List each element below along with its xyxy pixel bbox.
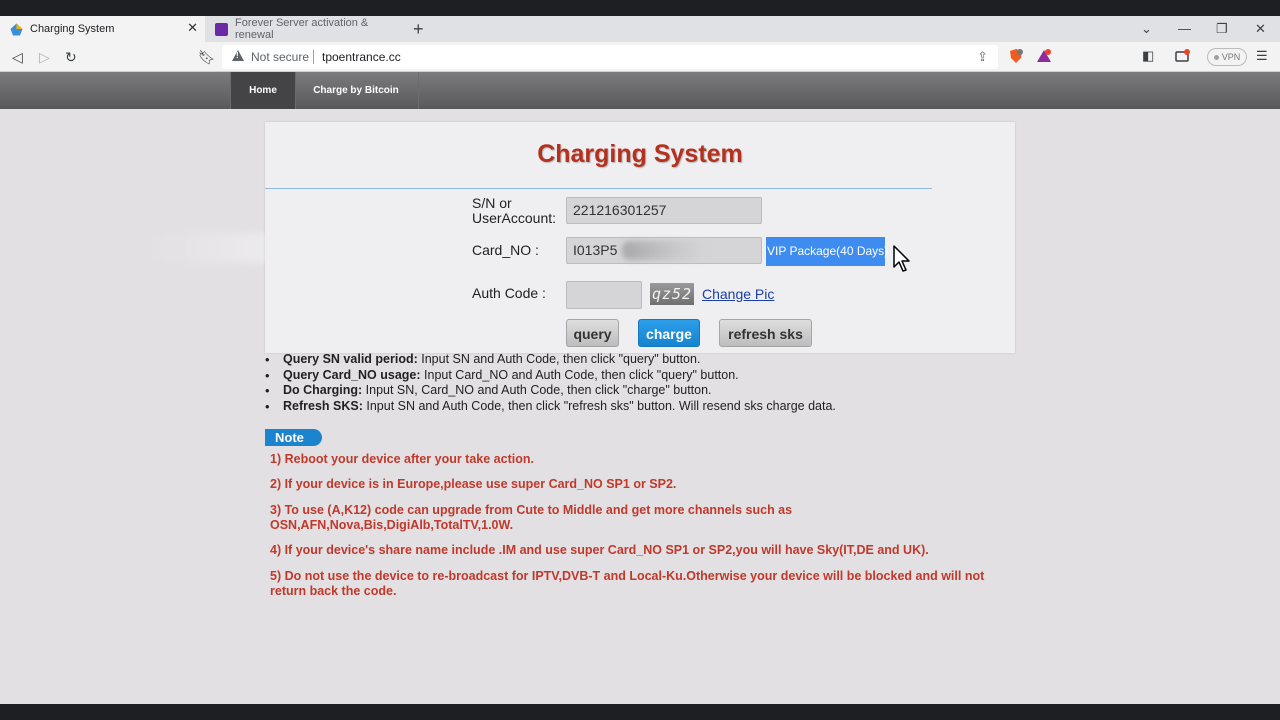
window-top-strip bbox=[0, 0, 1280, 16]
tab-forever-server[interactable]: Forever Server activation & renewal bbox=[205, 16, 400, 42]
tab-title: Forever Server activation & renewal bbox=[235, 17, 369, 41]
wallet-icon[interactable] bbox=[1175, 48, 1191, 64]
vip-package-label[interactable]: VIP Package(40 Days) bbox=[766, 237, 888, 266]
note-item: 3) To use (A,K12) code can upgrade from … bbox=[270, 503, 793, 532]
forward-icon[interactable]: ▷ bbox=[39, 42, 50, 72]
card-no-redaction bbox=[622, 241, 707, 260]
window-bottom-strip bbox=[0, 704, 1280, 720]
note-item: 5) Do not use the device to re-broadcast… bbox=[270, 569, 985, 598]
instruction-text: Input SN and Auth Code, then click "quer… bbox=[417, 352, 701, 366]
captcha-image: qz52 bbox=[650, 283, 694, 305]
charging-form-panel: Charging System S/N or UserAccount: 2212… bbox=[265, 122, 1015, 353]
card-no-label: Card_NO : bbox=[472, 242, 539, 258]
close-tab-icon[interactable]: ✕ bbox=[187, 21, 198, 35]
site-nav-bar bbox=[0, 72, 1280, 109]
query-button[interactable]: query bbox=[566, 319, 619, 347]
note-badge: Note bbox=[265, 429, 322, 446]
card-no-input[interactable]: I013P5 bbox=[566, 237, 762, 264]
charge-button[interactable]: charge bbox=[638, 319, 700, 347]
instruction-title: Refresh SKS: bbox=[283, 398, 363, 413]
change-pic-link[interactable]: Change Pic bbox=[702, 286, 774, 302]
site-favicon-icon bbox=[10, 23, 23, 35]
instruction-item: Do Charging: Input SN, Card_NO and Auth … bbox=[265, 383, 836, 399]
page-title: Charging System bbox=[537, 140, 743, 168]
sn-label-line2: UserAccount: bbox=[472, 210, 557, 226]
instruction-item: Query SN valid period: Input SN and Auth… bbox=[265, 352, 836, 368]
brave-rewards-icon[interactable] bbox=[1036, 48, 1052, 64]
refresh-sks-button[interactable]: refresh sks bbox=[719, 319, 812, 347]
not-secure-warning-icon bbox=[232, 50, 244, 61]
close-window-button[interactable]: ✕ bbox=[1255, 16, 1266, 42]
tab-bar: Charging System ✕ Forever Server activat… bbox=[0, 16, 1280, 42]
new-tab-button[interactable]: + bbox=[413, 16, 424, 42]
instruction-title: Do Charging: bbox=[283, 383, 363, 397]
brave-shield-icon[interactable] bbox=[1008, 48, 1024, 64]
url-text[interactable]: tpoentrance.cc bbox=[322, 50, 401, 64]
auth-code-input[interactable] bbox=[566, 281, 642, 309]
note-item: 1) Reboot your device after your take ac… bbox=[270, 452, 534, 466]
instructions-list: Query SN valid period: Input SN and Auth… bbox=[265, 352, 836, 414]
note-item: 4) If your device's share name include .… bbox=[270, 543, 929, 557]
instruction-text: Input SN and Auth Code, then click "refr… bbox=[362, 398, 836, 413]
reload-icon[interactable]: ↻ bbox=[65, 42, 77, 72]
auth-code-label: Auth Code : bbox=[472, 285, 546, 301]
bookmark-icon[interactable]: 🔖︎ bbox=[198, 42, 216, 72]
title-divider bbox=[265, 188, 932, 189]
minimize-button[interactable]: — bbox=[1178, 16, 1191, 42]
forever-favicon-icon bbox=[215, 22, 228, 36]
vpn-button[interactable]: VPN bbox=[1207, 48, 1247, 66]
instruction-title: Query Card_NO usage: bbox=[283, 367, 421, 382]
instruction-item: Query Card_NO usage: Input Card_NO and A… bbox=[265, 368, 836, 384]
instruction-title: Query SN valid period: bbox=[283, 352, 418, 366]
back-icon[interactable]: ◁ bbox=[12, 42, 23, 72]
instruction-item: Refresh SKS: Input SN and Auth Code, the… bbox=[265, 399, 836, 415]
mouse-cursor-icon bbox=[893, 245, 910, 272]
omnibox-divider bbox=[313, 50, 314, 64]
sidebar-icon[interactable]: ◧ bbox=[1142, 48, 1154, 64]
vpn-status-dot bbox=[1213, 54, 1219, 60]
tab-title: Charging System bbox=[30, 23, 115, 35]
sn-label-line1: S/N or bbox=[472, 195, 512, 211]
card-no-value: I013P5 bbox=[573, 242, 618, 258]
tab-search-icon[interactable]: ⌄ bbox=[1141, 16, 1152, 42]
nav-charge-by-bitcoin[interactable]: Charge by Bitcoin bbox=[294, 72, 419, 109]
sn-input[interactable]: 221216301257 bbox=[566, 197, 762, 224]
vpn-label: VPN bbox=[1221, 52, 1241, 62]
sn-label: S/N or UserAccount: bbox=[472, 196, 556, 226]
instruction-text: Input SN, Card_NO and Auth Code, then cl… bbox=[362, 383, 712, 397]
security-label: Not secure bbox=[251, 50, 310, 64]
tab-charging-system[interactable]: Charging System ✕ bbox=[0, 16, 205, 42]
instruction-text: Input Card_NO and Auth Code, then click … bbox=[420, 367, 739, 382]
share-icon[interactable]: ⇪ bbox=[977, 49, 988, 65]
note-item: 2) If your device is in Europe,please us… bbox=[270, 477, 677, 491]
restore-button[interactable]: ❐ bbox=[1216, 16, 1228, 42]
omnibox[interactable]: Not secure tpoentrance.cc ⇪ bbox=[222, 45, 998, 69]
menu-icon[interactable]: ☰ bbox=[1256, 48, 1268, 64]
nav-home[interactable]: Home bbox=[230, 72, 296, 109]
